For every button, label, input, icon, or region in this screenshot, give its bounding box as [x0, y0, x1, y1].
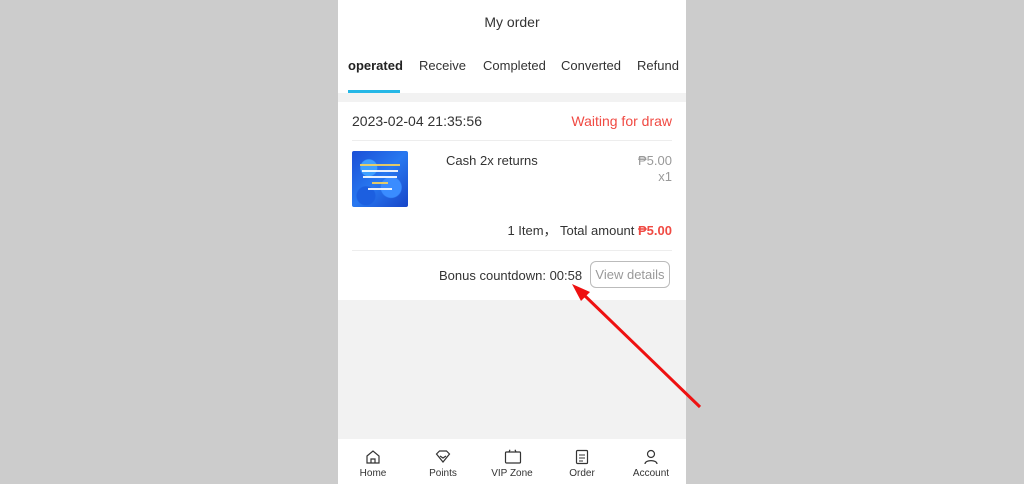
annotation-arrow [572, 284, 702, 409]
